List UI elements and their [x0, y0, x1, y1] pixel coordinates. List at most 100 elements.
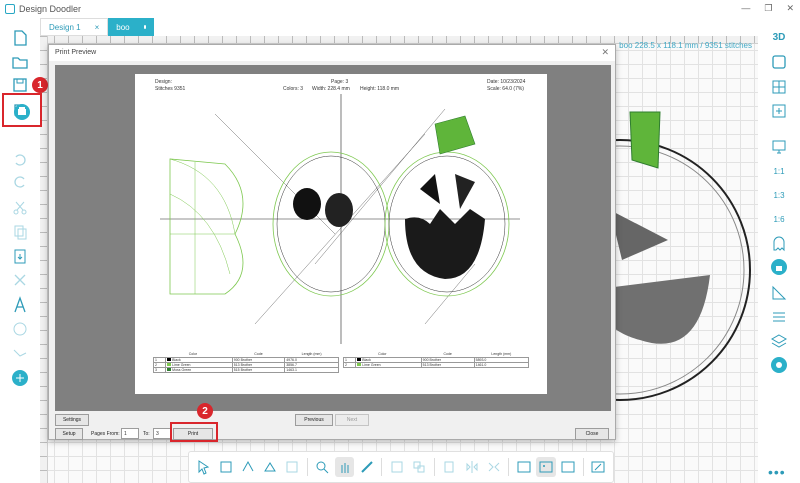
dialog-close-icon[interactable]: ✕: [601, 47, 609, 58]
color-swatch: [167, 357, 172, 361]
toolbar-divider: [381, 458, 383, 476]
delete-button[interactable]: [9, 270, 31, 290]
next-button[interactable]: Next: [335, 414, 369, 426]
color-swatch: [357, 357, 362, 361]
tab-close-button[interactable]: ×: [95, 23, 100, 32]
right-toolbar: 3D 1:1 1:3 1:6 •••: [758, 18, 800, 483]
ungroup-button[interactable]: [410, 457, 429, 477]
flip-horizontal-button[interactable]: [462, 457, 481, 477]
color-name: Moss Green: [165, 366, 233, 373]
lock-icon: [771, 259, 787, 275]
measure-button[interactable]: [357, 457, 376, 477]
color-swatch: [357, 362, 362, 366]
freehand-icon: [264, 462, 277, 472]
image-button[interactable]: [514, 457, 533, 477]
save-icon: [13, 78, 27, 92]
select-tool-button[interactable]: [194, 457, 213, 477]
group-button[interactable]: [387, 457, 406, 477]
tab-label: Design 1: [49, 22, 81, 32]
zoom-fit-button[interactable]: [768, 100, 790, 122]
image-edit-button[interactable]: [536, 457, 556, 477]
align-button[interactable]: [768, 306, 790, 328]
setup-button[interactable]: Setup: [55, 428, 83, 440]
stitch-button[interactable]: [9, 368, 31, 388]
paste-icon: [14, 249, 26, 264]
window-controls: — ❐ ✕: [741, 3, 794, 14]
undo-button[interactable]: [9, 150, 31, 170]
hoop-button[interactable]: [768, 51, 790, 73]
lock-button[interactable]: [768, 256, 790, 278]
copy-button[interactable]: [9, 222, 31, 242]
grid-button[interactable]: [768, 76, 790, 98]
lasso-icon: [242, 460, 254, 472]
ratio-1-1-button[interactable]: 1:1: [768, 160, 790, 182]
table-row: 2 Lime Green 513 Brother 1461.0: [342, 361, 530, 368]
layers-button[interactable]: [768, 330, 790, 352]
close-window-button[interactable]: ✕: [786, 3, 794, 14]
tab-design-1[interactable]: Design 1 ×: [40, 18, 109, 36]
color-palette-button[interactable]: [768, 282, 790, 304]
group-icon: [391, 461, 403, 473]
page-number-label: Page: 3: [331, 79, 349, 85]
tab-label: boo: [116, 22, 130, 32]
dialog-title-bar: Print Preview ✕: [49, 45, 615, 61]
new-file-button[interactable]: [9, 28, 31, 48]
text-button[interactable]: [9, 295, 31, 315]
open-folder-button[interactable]: [9, 52, 31, 72]
box-select-icon: [220, 461, 232, 473]
page-height-label: Height: 118.0 mm: [360, 86, 400, 92]
app-logo-icon: [5, 4, 15, 14]
color-table-left: Color Code Length (mm) 1 Black 900 Broth…: [152, 351, 339, 373]
color-name-text: Lime Green: [172, 362, 191, 367]
redo-button[interactable]: [9, 172, 31, 192]
image-trace-button[interactable]: [559, 457, 578, 477]
design-info: boo 228.5 x 118.1 mm / 9351 stitches: [619, 41, 752, 50]
ghost-button[interactable]: [768, 232, 790, 254]
ratio-label: 1:6: [773, 214, 785, 224]
freehand-select-button[interactable]: [261, 457, 280, 477]
color-name-text: Moss Green: [172, 367, 192, 372]
edit-nodes-button[interactable]: [9, 344, 31, 364]
align-center-button[interactable]: [440, 457, 459, 477]
undo-icon: [15, 154, 26, 166]
ratio-1-3-button[interactable]: 1:3: [768, 184, 790, 206]
page-stitches-label: Stitches 9351: [155, 86, 186, 92]
app-title: Design Doodler: [19, 4, 82, 14]
lasso-select-button[interactable]: [238, 457, 257, 477]
monitor-button[interactable]: [768, 136, 790, 158]
ratio-label: 1:3: [773, 190, 785, 200]
save-button[interactable]: [9, 75, 31, 95]
image-trace-icon: [561, 461, 575, 473]
cut-button[interactable]: [9, 198, 31, 218]
box-select-button[interactable]: [216, 457, 235, 477]
table-row: 3 Moss Green 515 Brother 1463.1: [152, 366, 339, 373]
minimize-button[interactable]: —: [741, 3, 750, 14]
magic-wand-button[interactable]: [283, 457, 302, 477]
toolbar-divider: [433, 458, 435, 476]
previous-button[interactable]: Previous: [295, 414, 333, 426]
settings-button[interactable]: Settings: [55, 414, 89, 426]
redo-icon: [14, 176, 25, 188]
pages-from-input[interactable]: 1: [121, 428, 139, 439]
zoom-fit-icon: [772, 104, 786, 118]
pages-to-input[interactable]: 3: [153, 428, 171, 439]
paste-button[interactable]: [9, 246, 31, 266]
maximize-button[interactable]: ❐: [764, 3, 772, 14]
dialog-title: Print Preview: [55, 49, 97, 56]
zoom-button[interactable]: [313, 457, 332, 477]
page-date-label: Date: 10/23/2024: [487, 79, 526, 85]
tab-bar: Design 1 × boo: [40, 18, 155, 36]
more-options-icon[interactable]: •••: [768, 464, 786, 480]
ratio-1-6-button[interactable]: 1:6: [768, 208, 790, 230]
shape-button[interactable]: [9, 319, 31, 339]
view-3d-button[interactable]: 3D: [768, 26, 790, 48]
ungroup-icon: [413, 461, 425, 473]
close-button[interactable]: Close: [575, 428, 609, 440]
tab-boo[interactable]: boo: [108, 18, 155, 36]
color-length: 1461.0: [473, 361, 530, 368]
mirror-button[interactable]: [484, 457, 503, 477]
settings-wheel-button[interactable]: [768, 354, 790, 376]
pan-button[interactable]: [335, 457, 355, 477]
draw-button[interactable]: [589, 457, 608, 477]
flip-h-icon: [466, 461, 478, 473]
